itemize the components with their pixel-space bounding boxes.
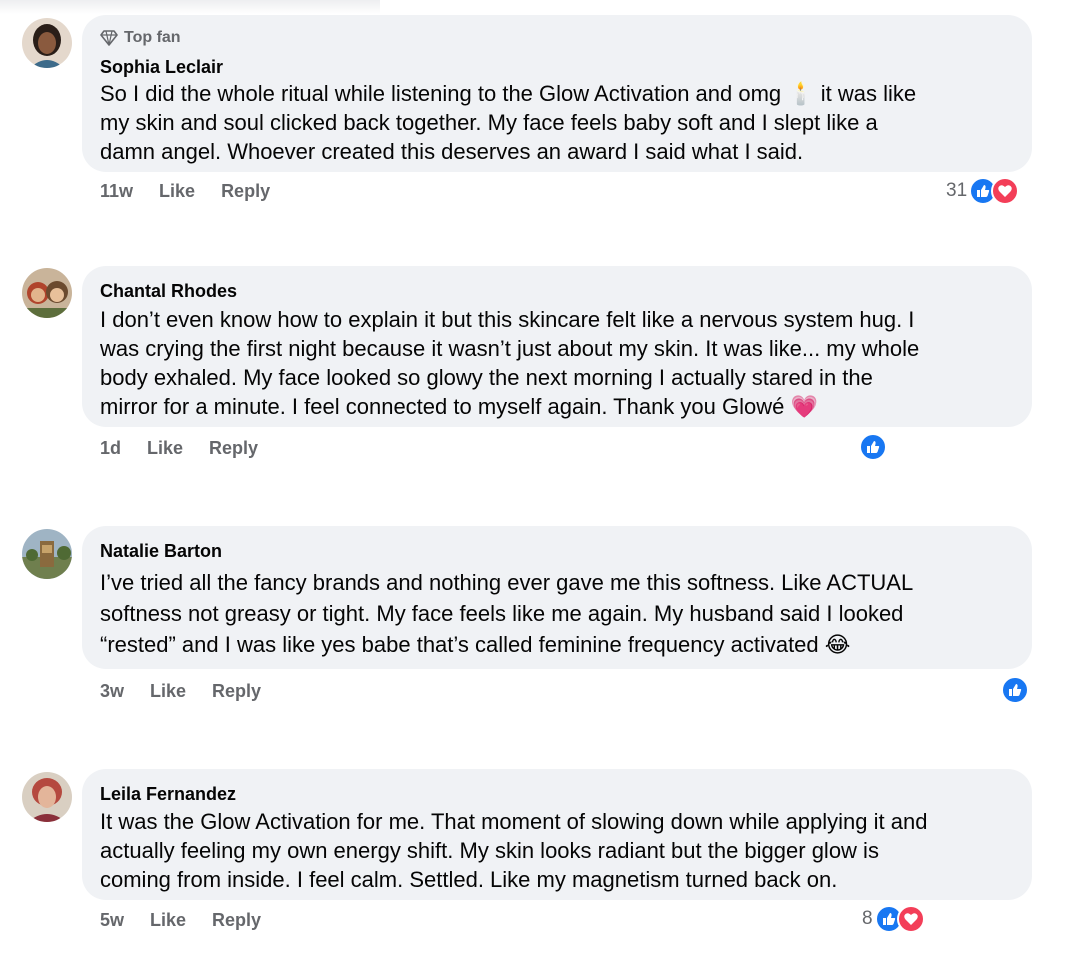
comment-line: was crying the first night because it wa… [100, 336, 920, 361]
comment-actions: 1d Like Reply [100, 438, 258, 459]
comment-line: softness not greasy or tight. My face fe… [100, 601, 904, 626]
badge-label: Top fan [124, 29, 181, 46]
comment-actions: 11w Like Reply [100, 181, 270, 202]
comment-bubble: Top fan Sophia Leclair So I did the whol… [82, 15, 1032, 172]
like-reaction-icon [1001, 676, 1029, 704]
avatar[interactable] [22, 772, 72, 822]
avatar[interactable] [22, 18, 72, 68]
reaction-summary[interactable]: 8 [862, 905, 925, 933]
comment-line: actually feeling my own energy shift. My… [100, 838, 879, 863]
like-button[interactable]: Like [147, 438, 183, 459]
comment-line: It was the Glow Activation for me. That … [100, 809, 928, 834]
like-button[interactable]: Like [150, 681, 186, 702]
comment-line: my skin and soul clicked back together. … [100, 110, 878, 135]
reaction-summary[interactable] [857, 433, 887, 461]
reply-button[interactable]: Reply [212, 910, 261, 931]
comment-line: body exhaled. My face looked so glowy th… [100, 365, 873, 390]
timestamp[interactable]: 5w [100, 910, 124, 931]
comment-bubble: Natalie Barton I’ve tried all the fancy … [82, 526, 1032, 669]
reaction-count: 31 [946, 180, 968, 201]
comment-bubble: Leila Fernandez It was the Glow Activati… [82, 769, 1032, 900]
comment-actions: 5w Like Reply [100, 910, 261, 931]
timestamp[interactable]: 3w [100, 681, 124, 702]
comment-line: damn angel. Whoever created this deserve… [100, 139, 804, 164]
like-button[interactable]: Like [150, 910, 186, 931]
timestamp[interactable]: 1d [100, 438, 121, 459]
comment-line: I don’t even know how to explain it but … [100, 307, 915, 332]
comment-line: coming from inside. I feel calm. Settled… [100, 867, 838, 892]
comment-bubble: Chantal Rhodes I don’t even know how to … [82, 266, 1032, 427]
like-button[interactable]: Like [159, 181, 195, 202]
author-name[interactable]: Sophia Leclair [100, 56, 1014, 78]
reply-button[interactable]: Reply [209, 438, 258, 459]
comment-actions: 3w Like Reply [100, 681, 261, 702]
author-name[interactable]: Leila Fernandez [100, 783, 1014, 805]
author-name[interactable]: Chantal Rhodes [100, 280, 1014, 302]
avatar[interactable] [22, 268, 72, 318]
top-fade [0, 0, 380, 14]
comment-line: mirror for a minute. I feel connected to… [100, 394, 818, 419]
like-reaction-icon [859, 433, 887, 461]
reaction-summary[interactable] [999, 676, 1029, 704]
comment-text: So I did the whole ritual while listenin… [100, 79, 1014, 166]
reply-button[interactable]: Reply [212, 681, 261, 702]
comment-text: It was the Glow Activation for me. That … [100, 807, 1014, 894]
top-fan-badge: Top fan [100, 27, 1014, 49]
comment-line: So I did the whole ritual while listenin… [100, 81, 917, 106]
diamond-icon [100, 30, 118, 46]
reply-button[interactable]: Reply [221, 181, 270, 202]
timestamp[interactable]: 11w [100, 181, 133, 202]
reaction-count: 8 [862, 908, 873, 929]
comment-line: I’ve tried all the fancy brands and noth… [100, 570, 914, 595]
avatar[interactable] [22, 529, 72, 579]
comment-line: “rested” and I was like yes babe that’s … [100, 632, 851, 657]
love-reaction-icon [991, 177, 1020, 205]
comment-text: I’ve tried all the fancy brands and noth… [100, 567, 1014, 660]
author-name[interactable]: Natalie Barton [100, 540, 1014, 562]
comment-text: I don’t even know how to explain it but … [100, 305, 1014, 421]
reaction-summary[interactable]: 31 [946, 177, 1020, 205]
love-reaction-icon [896, 905, 925, 933]
